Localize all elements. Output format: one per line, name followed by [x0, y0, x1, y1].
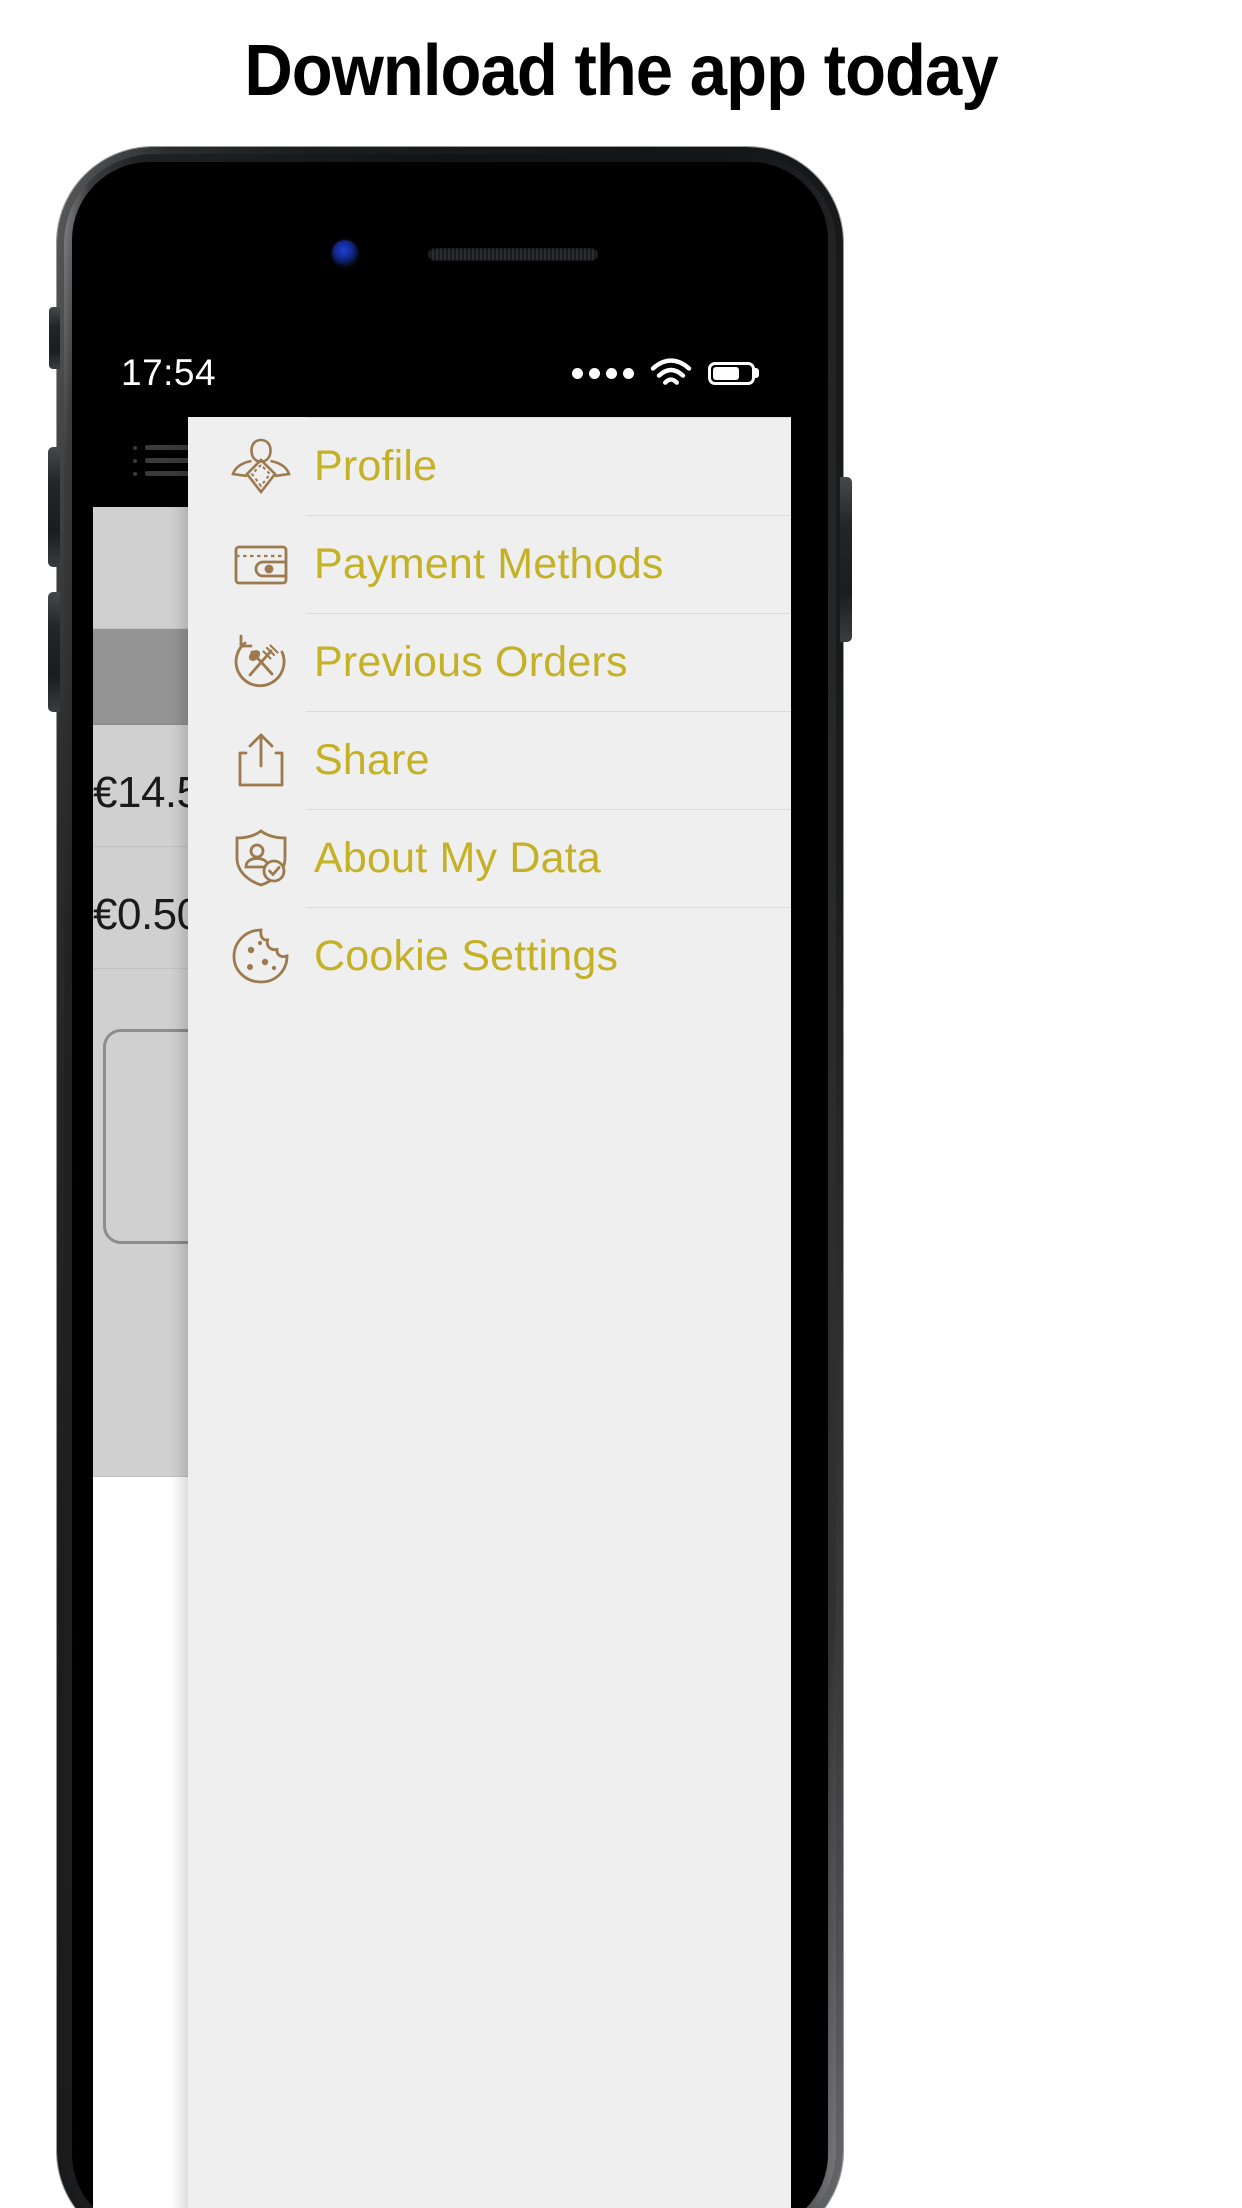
separator [306, 613, 791, 614]
side-drawer: Profile Payment Methods Previous Orders … [188, 329, 791, 2208]
front-camera-icon [332, 240, 358, 266]
bg-price-value-2: €0.50 [93, 890, 201, 939]
menu-item-label: Payment Methods [314, 539, 664, 588]
separator [306, 809, 791, 810]
volume-down-button[interactable] [48, 592, 60, 712]
separator [306, 417, 791, 418]
status-bar-clock: 17:54 [121, 352, 217, 393]
hamburger-menu-icon[interactable] [133, 445, 193, 481]
mute-switch-button[interactable] [49, 307, 60, 369]
separator [306, 907, 791, 908]
menu-item-profile[interactable]: Profile [188, 417, 791, 515]
power-button[interactable] [840, 477, 852, 642]
status-bar: 17:54 [93, 329, 791, 417]
profile-person-icon [218, 431, 304, 501]
menu-item-label: Previous Orders [314, 637, 628, 686]
page-title: Download the app today [244, 31, 998, 111]
menu-item-share[interactable]: Share [188, 711, 791, 809]
battery-icon [708, 361, 755, 385]
menu-item-label: Cookie Settings [314, 931, 619, 980]
menu-item-cookie-settings[interactable]: Cookie Settings [188, 907, 791, 1005]
earpiece-speaker [428, 248, 598, 261]
menu-item-previous-orders[interactable]: Previous Orders [188, 613, 791, 711]
drawer-menu: Profile Payment Methods Previous Orders … [188, 417, 791, 1005]
wifi-icon [650, 357, 692, 389]
phone-screen: €14.50 €0.50 Profile Payment Methods Pre… [93, 329, 791, 2208]
separator [306, 711, 791, 712]
cookie-icon [218, 921, 304, 991]
wallet-icon [218, 529, 304, 599]
phone-mockup: €14.50 €0.50 Profile Payment Methods Pre… [48, 147, 852, 2208]
volume-up-button[interactable] [48, 447, 60, 567]
menu-item-label: About My Data [314, 833, 602, 882]
signal-dots-icon [572, 367, 634, 379]
menu-item-label: Share [314, 735, 430, 784]
menu-item-about-my-data[interactable]: About My Data [188, 809, 791, 907]
shield-person-check-icon [218, 823, 304, 893]
status-bar-indicators [572, 357, 755, 389]
separator [306, 515, 791, 516]
menu-item-label: Profile [314, 441, 438, 490]
share-icon [218, 725, 304, 795]
menu-item-payment-methods[interactable]: Payment Methods [188, 515, 791, 613]
order-history-cutlery-icon [218, 627, 304, 697]
page-root: Download the app today €14.50 €0.50 Prof… [0, 0, 1242, 2208]
